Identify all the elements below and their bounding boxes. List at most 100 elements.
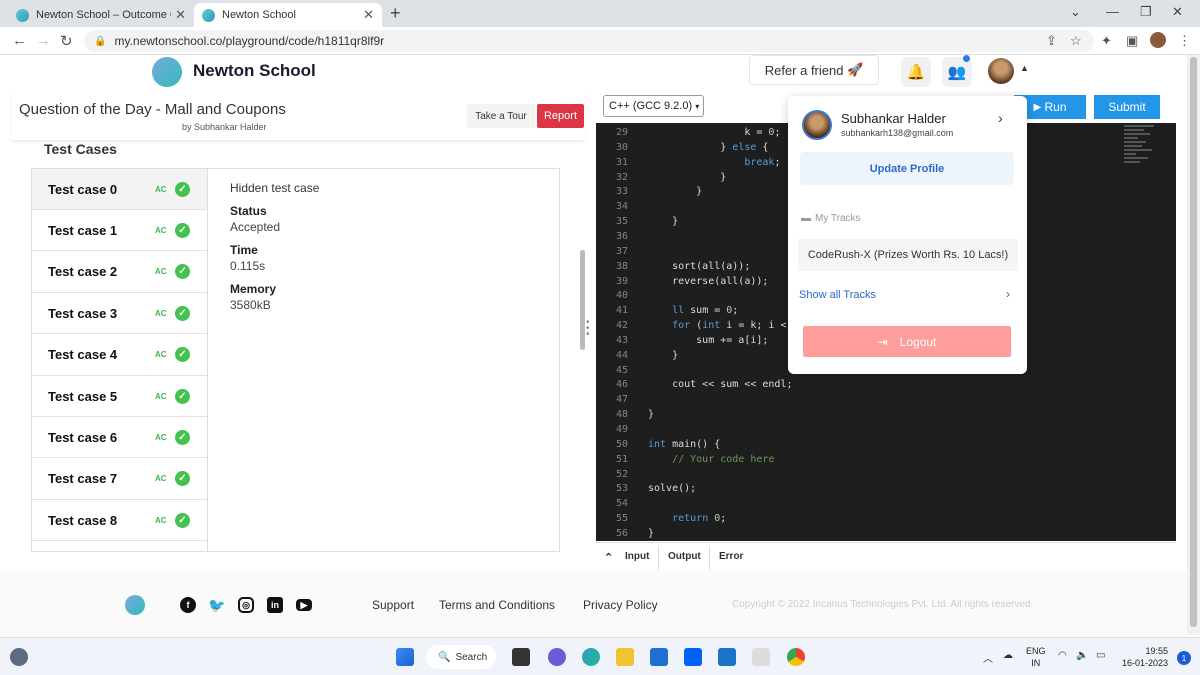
scrollbar-thumb[interactable] (1190, 57, 1197, 627)
footer-link-support[interactable]: Support (372, 598, 414, 612)
left-panel-scrollbar[interactable] (580, 250, 585, 350)
report-button[interactable]: Report (537, 104, 584, 128)
code-line[interactable]: 34 (596, 201, 648, 216)
notifications-button[interactable]: 🔔 (901, 57, 931, 87)
minimize-icon[interactable]: — (1106, 4, 1119, 19)
window-close-icon[interactable]: ✕ (1172, 4, 1183, 20)
footer-link-terms[interactable]: Terms and Conditions (439, 598, 555, 612)
code-line[interactable]: 37 (596, 246, 648, 261)
close-icon[interactable]: ✕ (175, 7, 186, 23)
code-line[interactable]: 46 cout << sum << endl; (596, 379, 793, 394)
brand-name[interactable]: Newton School (193, 61, 316, 81)
list-item[interactable]: Test case 3 AC ✓ (32, 293, 207, 335)
notification-badge[interactable]: 1 (1177, 651, 1191, 665)
twitter-icon[interactable]: 🐦 (208, 597, 225, 613)
track-item[interactable]: CodeRush-X (Prizes Worth Rs. 10 Lacs!) (798, 239, 1018, 271)
language-select[interactable]: C++ (GCC 9.2.0) ▾ (603, 95, 704, 117)
code-line[interactable]: 54 (596, 498, 648, 513)
facebook-icon[interactable]: f (180, 597, 196, 613)
tab-search-icon[interactable]: ⌄ (1070, 4, 1081, 20)
more-menu-icon[interactable]: ⋮ (1178, 33, 1191, 49)
address-bar[interactable]: 🔒 my.newtonschool.co/playground/code/h18… (84, 30, 1094, 52)
list-item[interactable]: Test case 1 AC ✓ (32, 210, 207, 252)
windows-start-icon[interactable] (396, 648, 414, 666)
extensions-icon[interactable]: ✦ (1101, 33, 1112, 49)
app-icon[interactable] (718, 648, 736, 666)
task-view-icon[interactable] (512, 648, 530, 666)
battery-icon[interactable]: ▭ (1096, 650, 1105, 661)
tab-output[interactable]: Output (668, 551, 701, 562)
code-line[interactable]: 49 (596, 424, 648, 439)
clock[interactable]: 19:55 16-01-2023 (1118, 645, 1168, 669)
side-panel-icon[interactable]: ▣ (1126, 33, 1138, 49)
code-line[interactable]: 35 } (596, 216, 678, 231)
code-line[interactable]: 53 solve(); (596, 483, 696, 498)
newton-logo-icon[interactable] (152, 57, 182, 87)
code-line[interactable]: 47 (596, 394, 648, 409)
volume-icon[interactable]: 🔈 (1076, 650, 1088, 661)
code-line[interactable]: 41 ll sum = 0; (596, 305, 738, 320)
code-line[interactable]: 52 (596, 469, 648, 484)
submit-button[interactable]: Submit (1094, 95, 1160, 119)
code-line[interactable]: 29 k = 0; (596, 127, 781, 142)
profile-avatar-icon[interactable] (1150, 32, 1166, 48)
refer-friend-button[interactable]: Refer a friend 🚀 (749, 55, 879, 85)
code-line[interactable]: 31 break; (596, 157, 781, 172)
chevron-right-icon[interactable]: › (998, 110, 1003, 126)
file-explorer-icon[interactable] (616, 648, 634, 666)
collapse-up-icon[interactable]: ⌃ (604, 551, 613, 564)
edge-icon[interactable] (582, 648, 600, 666)
page-scrollbar[interactable] (1187, 55, 1200, 635)
panel-resize-handle[interactable]: • • • (586, 318, 590, 340)
code-line[interactable]: 38 sort(all(a)); (596, 261, 750, 276)
new-tab-icon[interactable]: + (390, 3, 401, 24)
bookmark-star-icon[interactable]: ☆ (1070, 33, 1082, 49)
code-line[interactable]: 43 sum += a[i]; (596, 335, 768, 350)
browser-tab-1[interactable]: Newton School ✕ (194, 3, 382, 27)
reload-icon[interactable]: ↻ (60, 32, 73, 50)
forward-icon[interactable]: → (36, 32, 51, 49)
tab-error[interactable]: Error (719, 551, 743, 562)
browser-tab-0[interactable]: Newton School – Outcome Orie ✕ (8, 3, 194, 27)
list-item[interactable]: Test case 5 AC ✓ (32, 376, 207, 417)
mail-icon[interactable] (650, 648, 668, 666)
tab-input[interactable]: Input (625, 551, 649, 562)
tray-chevron-up-icon[interactable]: ︿ (983, 650, 993, 665)
instagram-icon[interactable]: ◎ (238, 597, 254, 613)
avatar[interactable] (988, 58, 1014, 84)
footer-link-privacy[interactable]: Privacy Policy (583, 598, 658, 612)
list-item[interactable]: Test case 7 AC ✓ (32, 459, 207, 500)
code-line[interactable]: 51 // Your code here (596, 454, 774, 469)
logout-button[interactable]: ⇥ Logout (803, 326, 1011, 357)
list-item[interactable]: Test case 6 AC ✓ (32, 417, 207, 459)
widgets-icon[interactable] (10, 648, 28, 666)
list-item[interactable]: Test case 8 AC ✓ (32, 500, 207, 542)
teams-chat-icon[interactable] (548, 648, 566, 666)
code-line[interactable]: 39 reverse(all(a)); (596, 276, 768, 291)
code-line[interactable]: 44 } (596, 350, 678, 365)
chrome-icon[interactable] (787, 648, 805, 666)
profile-name[interactable]: Subhankar Halder (841, 111, 946, 126)
code-minimap[interactable] (1124, 123, 1174, 223)
code-line[interactable]: 40 (596, 290, 648, 305)
code-line[interactable]: 30 } else { (596, 142, 768, 157)
code-line[interactable]: 33 } (596, 186, 702, 201)
take-tour-button[interactable]: Take a Tour (467, 104, 535, 128)
taskbar-search[interactable]: 🔍 Search (426, 645, 496, 669)
code-line[interactable]: 36 (596, 231, 648, 246)
language-indicator[interactable]: ENG IN (1026, 645, 1046, 669)
code-line[interactable]: 45 (596, 365, 648, 380)
newton-logo-icon[interactable] (125, 595, 145, 615)
caret-up-icon[interactable]: ▲ (1020, 63, 1029, 73)
list-item[interactable]: Test case 2 AC ✓ (32, 252, 207, 293)
onedrive-icon[interactable]: ☁ (1003, 650, 1013, 661)
maximize-icon[interactable]: ❐ (1140, 4, 1152, 20)
show-all-tracks-link[interactable]: Show all Tracks (799, 289, 876, 301)
code-line[interactable]: 42 for (int i = k; i < (596, 320, 787, 335)
list-item[interactable]: Test case 4 AC ✓ (32, 335, 207, 376)
share-icon[interactable]: ⇪ (1046, 33, 1057, 49)
close-icon[interactable]: ✕ (363, 7, 374, 23)
code-line[interactable]: 50 int main() { (596, 439, 720, 454)
code-line[interactable]: 56} (596, 528, 654, 541)
chevron-right-icon[interactable]: › (1006, 287, 1010, 301)
